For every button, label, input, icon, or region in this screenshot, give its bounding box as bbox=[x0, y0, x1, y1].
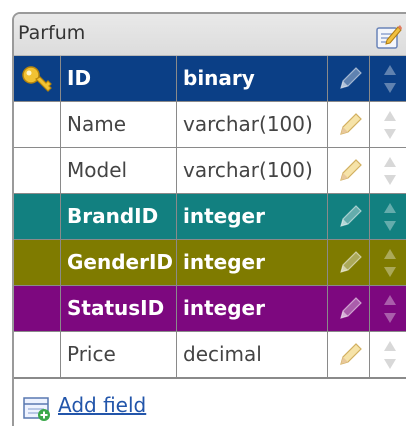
sort-arrows-icon[interactable] bbox=[383, 201, 397, 233]
field-row[interactable]: BrandID integer bbox=[14, 194, 406, 240]
pencil-icon[interactable] bbox=[337, 250, 363, 276]
field-type: integer bbox=[177, 240, 328, 285]
key-cell bbox=[14, 102, 61, 147]
key-icon bbox=[22, 66, 52, 92]
field-row[interactable]: Name varchar(100) bbox=[14, 102, 406, 148]
sort-arrows-icon[interactable] bbox=[383, 293, 397, 325]
edit-field-cell[interactable] bbox=[328, 56, 370, 101]
sort-arrows-icon[interactable] bbox=[383, 155, 397, 187]
field-type: decimal bbox=[177, 332, 328, 377]
edit-field-cell[interactable] bbox=[328, 286, 370, 331]
field-row[interactable]: Model varchar(100) bbox=[14, 148, 406, 194]
key-cell bbox=[14, 240, 61, 285]
reorder-cell[interactable] bbox=[370, 240, 406, 285]
field-name: Name bbox=[61, 102, 177, 147]
pencil-icon[interactable] bbox=[337, 342, 363, 368]
field-name: GenderID bbox=[61, 240, 177, 285]
pencil-icon[interactable] bbox=[337, 204, 363, 230]
field-list: ID binary Name varchar(100) Model varchar(100… bbox=[14, 56, 406, 378]
reorder-cell[interactable] bbox=[370, 56, 406, 101]
pencil-icon[interactable] bbox=[337, 296, 363, 322]
sort-arrows-icon[interactable] bbox=[383, 63, 397, 95]
pencil-icon[interactable] bbox=[337, 158, 363, 184]
key-cell bbox=[14, 148, 61, 193]
sort-arrows-icon[interactable] bbox=[383, 247, 397, 279]
edit-field-cell[interactable] bbox=[328, 240, 370, 285]
table-header: Parfum bbox=[14, 14, 406, 56]
field-type: integer bbox=[177, 286, 328, 331]
sort-arrows-icon[interactable] bbox=[383, 109, 397, 141]
field-type: binary bbox=[177, 56, 328, 101]
reorder-cell[interactable] bbox=[370, 286, 406, 331]
edit-table-icon[interactable] bbox=[374, 22, 402, 50]
table-card: Parfum ID binary Name varchar(100) Model varc… bbox=[12, 12, 406, 426]
field-type: integer bbox=[177, 194, 328, 239]
edit-field-cell[interactable] bbox=[328, 194, 370, 239]
key-cell bbox=[14, 286, 61, 331]
add-field-icon[interactable] bbox=[22, 396, 52, 422]
add-field-link[interactable]: Add field bbox=[58, 393, 146, 417]
table-title: Parfum bbox=[18, 22, 86, 44]
field-name: ID bbox=[61, 56, 177, 101]
pencil-icon[interactable] bbox=[337, 112, 363, 138]
field-row[interactable]: StatusID integer bbox=[14, 286, 406, 332]
reorder-cell[interactable] bbox=[370, 194, 406, 239]
field-name: StatusID bbox=[61, 286, 177, 331]
sort-arrows-icon[interactable] bbox=[383, 339, 397, 371]
reorder-cell[interactable] bbox=[370, 332, 406, 377]
field-name: Price bbox=[61, 332, 177, 377]
field-type: varchar(100) bbox=[177, 102, 328, 147]
field-row[interactable]: GenderID integer bbox=[14, 240, 406, 286]
edit-field-cell[interactable] bbox=[328, 148, 370, 193]
reorder-cell[interactable] bbox=[370, 102, 406, 147]
field-row[interactable]: ID binary bbox=[14, 56, 406, 102]
field-name: BrandID bbox=[61, 194, 177, 239]
field-type: varchar(100) bbox=[177, 148, 328, 193]
edit-field-cell[interactable] bbox=[328, 332, 370, 377]
key-cell bbox=[14, 194, 61, 239]
key-cell bbox=[14, 332, 61, 377]
field-row[interactable]: Price decimal bbox=[14, 332, 406, 378]
field-name: Model bbox=[61, 148, 177, 193]
pencil-icon[interactable] bbox=[337, 66, 363, 92]
key-cell bbox=[14, 56, 61, 101]
edit-field-cell[interactable] bbox=[328, 102, 370, 147]
table-footer: Add field bbox=[14, 378, 406, 426]
reorder-cell[interactable] bbox=[370, 148, 406, 193]
